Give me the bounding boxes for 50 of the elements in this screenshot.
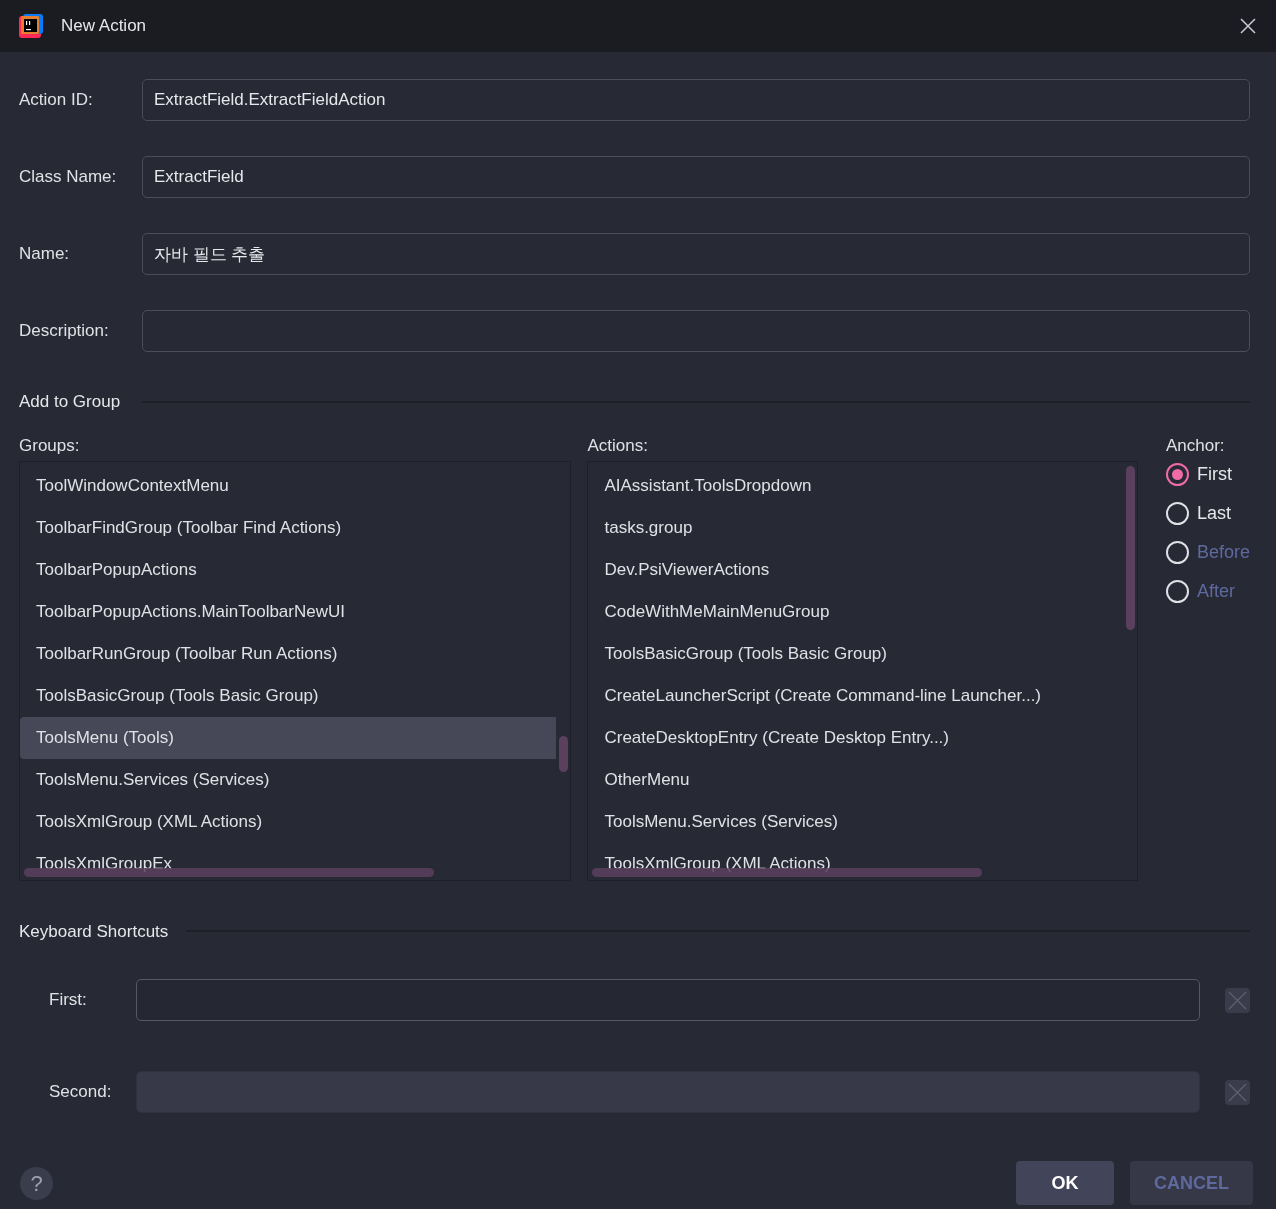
shortcut-label: Second:	[48, 1081, 113, 1104]
section-title: Add to Group	[19, 391, 121, 413]
list-item[interactable]: ToolbarFindGroup (Toolbar Find Actions)	[20, 506, 571, 549]
text-field[interactable]	[142, 310, 1250, 352]
list-item[interactable]: ToolsMenu.Services (Services)	[20, 758, 571, 801]
list-item[interactable]: CreateDesktopEntry (Create Desktop Entry...)	[588, 716, 1137, 759]
list-item[interactable]: ToolsBasicGroup (Tools Basic Group)	[20, 674, 571, 717]
text-field[interactable]: ExtractField	[142, 156, 1250, 198]
list-item[interactable]: CreateLauncherScript (Create Command-line Launcher...)	[588, 674, 1137, 717]
dialog-button[interactable]: OK	[1016, 1161, 1114, 1205]
clear-icon	[1228, 990, 1248, 1010]
list-item[interactable]: Dev.PsiViewerActions	[588, 548, 1137, 591]
group-label: Anchor:	[1165, 434, 1226, 453]
text-field[interactable]: 자바 필드 추출	[142, 233, 1250, 275]
list-label: Groups:	[19, 434, 81, 453]
text-field[interactable]: ExtractField.ExtractFieldAction	[142, 79, 1250, 121]
radio-button[interactable]	[1165, 462, 1189, 486]
field-label: Name:	[19, 243, 71, 266]
field-label: Description:	[19, 320, 110, 343]
shortcut-label: First:	[48, 989, 88, 1012]
list-item[interactable]: ToolsXmlGroup (XML Actions)	[20, 800, 571, 843]
list-item[interactable]: ToolsMenu.Services (Services)	[588, 800, 1137, 843]
clear-icon	[1228, 1082, 1248, 1102]
list-item[interactable]: ToolsXmlGroupEx	[20, 842, 571, 880]
app-logo-icon	[18, 13, 44, 39]
list-item[interactable]: AIAssistant.ToolsDropdown	[588, 464, 1137, 507]
close-icon[interactable]	[1240, 18, 1256, 34]
list-item[interactable]: ToolsBasicGroup (Tools Basic Group)	[588, 632, 1137, 675]
clear-button[interactable]	[1225, 987, 1250, 1013]
list-item[interactable]: ToolWindowContextMenu	[20, 464, 571, 507]
list-item[interactable]: ToolsMenu (Tools)	[20, 716, 557, 759]
scrollbar-thumb[interactable]	[559, 735, 569, 772]
window-title: New Action	[61, 15, 147, 38]
field-label: Action ID:	[19, 89, 94, 112]
list-item[interactable]: ToolsXmlGroup (XML Actions)	[588, 842, 1137, 880]
list-item[interactable]: OtherMenu	[588, 758, 1137, 801]
radio-label[interactable]: First	[1196, 460, 1232, 488]
list-item[interactable]: tasks.group	[588, 506, 1137, 549]
list-item[interactable]: ToolbarRunGroup (Toolbar Run Actions)	[20, 632, 571, 675]
section-title: Keyboard Shortcuts	[19, 920, 169, 943]
list-label: Actions:	[587, 434, 649, 453]
field-label: Class Name:	[19, 166, 118, 189]
help-button[interactable]: ?	[20, 1166, 53, 1200]
list-item[interactable]: CodeWithMeMainMenuGroup	[588, 590, 1137, 633]
radio-label[interactable]: Last	[1196, 499, 1231, 527]
shortcut-field[interactable]	[135, 979, 1201, 1021]
list-item[interactable]: ToolbarPopupActions	[20, 548, 571, 591]
list-item[interactable]: ToolbarPopupActions.MainToolbarNewUI	[20, 590, 571, 633]
scrollbar-thumb[interactable]	[1125, 465, 1135, 630]
clear-button[interactable]	[1225, 1079, 1250, 1105]
